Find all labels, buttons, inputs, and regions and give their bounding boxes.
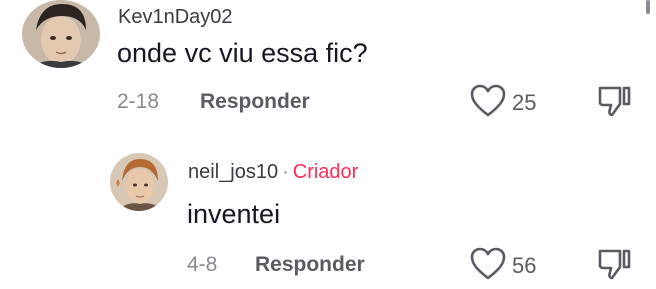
avatar[interactable] bbox=[22, 0, 100, 68]
dislike-button[interactable] bbox=[596, 84, 632, 121]
separator-dot: · bbox=[282, 161, 289, 183]
heart-outline-icon bbox=[470, 247, 506, 284]
creator-badge: Criador bbox=[292, 161, 359, 183]
comment-date: 4-8 bbox=[187, 253, 218, 276]
reply-button[interactable]: Responder bbox=[200, 90, 310, 114]
username-text[interactable]: Kev1nDay02 bbox=[118, 6, 233, 28]
username-text[interactable]: neil_jos10 bbox=[188, 161, 278, 183]
username[interactable]: Kev1nDay02 bbox=[118, 6, 233, 29]
like-button[interactable]: 56 bbox=[470, 247, 536, 284]
reply-button[interactable]: Responder bbox=[255, 253, 365, 277]
heart-outline-icon bbox=[470, 84, 506, 121]
like-button[interactable]: 25 bbox=[470, 84, 536, 121]
comment-text: inventei bbox=[187, 199, 281, 229]
dislike-button[interactable] bbox=[596, 247, 632, 284]
scrollbar[interactable] bbox=[646, 0, 650, 14]
thumbs-down-outline-icon bbox=[596, 249, 632, 284]
avatar[interactable] bbox=[110, 153, 168, 211]
like-count: 25 bbox=[512, 89, 537, 115]
username[interactable]: neil_jos10 · Criador bbox=[188, 161, 358, 184]
thumbs-down-outline-icon bbox=[596, 86, 632, 121]
comment-text: onde vc viu essa fic? bbox=[117, 38, 368, 68]
like-count: 56 bbox=[512, 252, 537, 278]
comment-date: 2-18 bbox=[117, 90, 160, 113]
